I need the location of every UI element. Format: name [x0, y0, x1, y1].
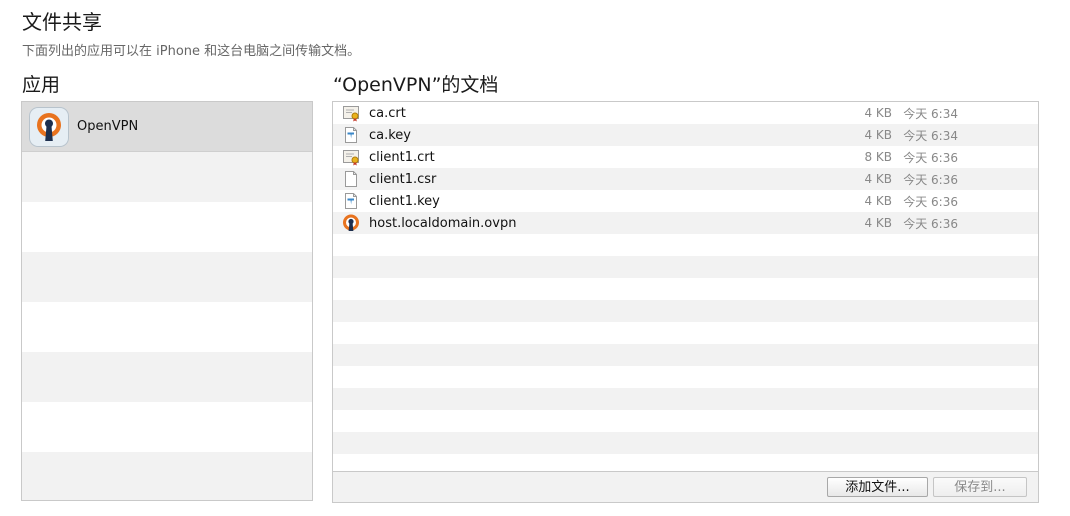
- file-row[interactable]: ca.crt 4 KB 今天 6:34: [333, 102, 1038, 124]
- file-date: 今天 6:36: [903, 150, 958, 165]
- file-name: client1.key: [369, 193, 440, 209]
- file-name: client1.crt: [369, 149, 435, 165]
- file-row[interactable]: client1.key 4 KB 今天 6:36: [333, 190, 1038, 212]
- empty-row: [333, 256, 1038, 278]
- empty-row: [333, 322, 1038, 344]
- empty-row: [333, 432, 1038, 454]
- empty-row: [22, 252, 312, 302]
- file-row[interactable]: client1.csr 4 KB 今天 6:36: [333, 168, 1038, 190]
- file-name: host.localdomain.ovpn: [369, 215, 517, 231]
- key-file-icon: [341, 125, 361, 145]
- empty-row: [22, 302, 312, 352]
- documents-list[interactable]: ca.crt 4 KB 今天 6:34 ca.key 4 KB 今天 6:34: [333, 102, 1038, 472]
- apps-list[interactable]: OpenVPN: [21, 101, 313, 501]
- empty-row: [333, 388, 1038, 410]
- apps-heading: 应用: [22, 74, 61, 96]
- page-subtitle: 下面列出的应用可以在 iPhone 和这台电脑之间传输文档。: [22, 44, 361, 59]
- empty-row: [333, 300, 1038, 322]
- file-row[interactable]: host.localdomain.ovpn 4 KB 今天 6:36: [333, 212, 1038, 234]
- file-size: 4 KB: [864, 216, 892, 230]
- empty-row: [333, 344, 1038, 366]
- file-date: 今天 6:36: [903, 194, 958, 209]
- empty-row: [22, 202, 312, 252]
- app-name: OpenVPN: [77, 119, 139, 134]
- file-name: ca.crt: [369, 105, 406, 121]
- file-date: 今天 6:34: [903, 128, 958, 143]
- generic-file-icon: [341, 169, 361, 189]
- empty-row: [22, 152, 312, 202]
- key-file-icon: [341, 191, 361, 211]
- documents-heading: “OpenVPN”的文档: [333, 74, 499, 96]
- empty-row: [22, 402, 312, 452]
- file-date: 今天 6:34: [903, 106, 958, 121]
- file-name: ca.key: [369, 127, 412, 143]
- certificate-file-icon: [341, 103, 361, 123]
- empty-row: [333, 410, 1038, 432]
- empty-row: [333, 366, 1038, 388]
- file-size: 4 KB: [864, 106, 892, 120]
- empty-row: [22, 452, 312, 500]
- empty-row: [333, 454, 1038, 472]
- save-to-button[interactable]: 保存到...: [933, 477, 1027, 497]
- page-title: 文件共享: [22, 10, 102, 34]
- file-size: 4 KB: [864, 172, 892, 186]
- file-name: client1.csr: [369, 171, 437, 187]
- documents-panel: ca.crt 4 KB 今天 6:34 ca.key 4 KB 今天 6:34: [332, 101, 1039, 503]
- file-date: 今天 6:36: [903, 216, 958, 231]
- add-file-button[interactable]: 添加文件...: [827, 477, 928, 497]
- empty-row: [333, 234, 1038, 256]
- app-item-openvpn[interactable]: OpenVPN: [22, 102, 312, 152]
- openvpn-app-icon: [29, 106, 69, 147]
- file-row[interactable]: client1.crt 8 KB 今天 6:36: [333, 146, 1038, 168]
- file-size: 4 KB: [864, 194, 892, 208]
- file-row[interactable]: ca.key 4 KB 今天 6:34: [333, 124, 1038, 146]
- documents-toolbar: 添加文件... 保存到...: [333, 471, 1038, 502]
- file-size: 8 KB: [864, 150, 892, 164]
- file-size: 4 KB: [864, 128, 892, 142]
- empty-row: [22, 352, 312, 402]
- certificate-file-icon: [341, 147, 361, 167]
- file-date: 今天 6:36: [903, 172, 958, 187]
- empty-row: [333, 278, 1038, 300]
- openvpn-file-icon: [341, 213, 361, 233]
